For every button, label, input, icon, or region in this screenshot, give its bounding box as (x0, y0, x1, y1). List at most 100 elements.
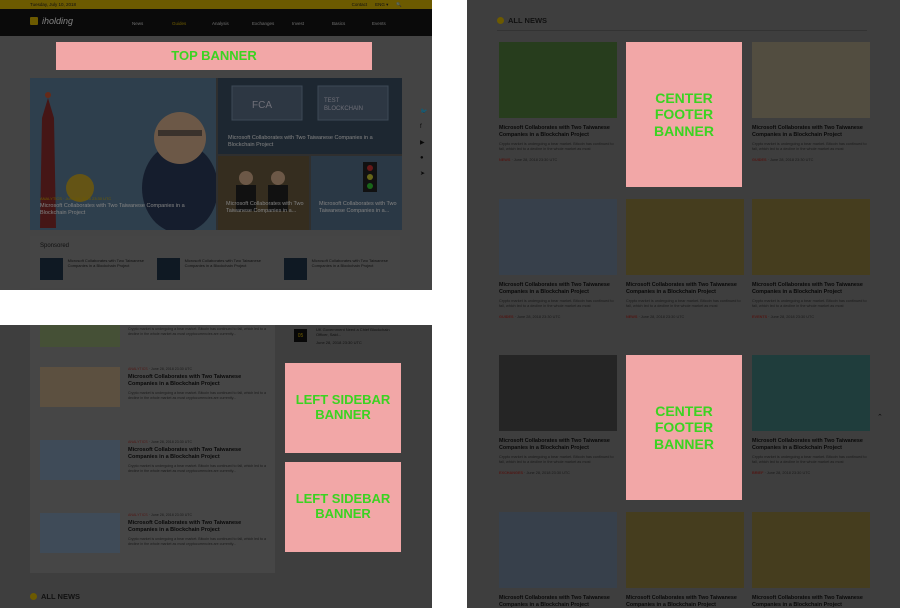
list-item[interactable]: ANALYTICS · June 28, 2018 23:30 UTC Micr… (40, 367, 270, 427)
article-title[interactable]: Microsoft Collaborates with Two Taiwanes… (499, 282, 617, 296)
left-sidebar-banner[interactable]: LEFT SIDEBAR BANNER (285, 363, 401, 453)
search-icon[interactable]: 🔍 (396, 2, 402, 8)
article-title[interactable]: Microsoft Collaborates with Two Taiwanes… (752, 438, 870, 452)
social-share-bar: 🐦 f ▶ ● ➤ (420, 108, 427, 177)
article-thumbnail (499, 199, 617, 275)
news-card[interactable]: Microsoft Collaborates with Two Taiwanes… (499, 42, 617, 162)
article-excerpt: Crypto market is undergoing a bear marke… (752, 455, 867, 465)
nav-item-analysis[interactable]: Analysis (212, 21, 252, 26)
center-footer-banner[interactable]: CENTER FOOTER BANNER (626, 355, 742, 500)
reddit-icon[interactable]: ● (420, 155, 427, 161)
left-sidebar-banner[interactable]: LEFT SIDEBAR BANNER (285, 462, 401, 552)
hero-main-article[interactable]: ANALYTICS · June 28, 2018 23:30 UTC Micr… (30, 78, 216, 230)
hero-top-right-title[interactable]: Microsoft Collaborates with Two Taiwanes… (228, 135, 388, 149)
nav-item-basics[interactable]: Basics (332, 21, 372, 26)
article-title[interactable]: Microsoft Collaborates with Two Taiwanes… (752, 125, 870, 139)
article-thumbnail (40, 513, 120, 553)
facebook-icon[interactable]: f (420, 124, 427, 130)
article-category[interactable]: BRIEF (752, 471, 763, 475)
article-excerpt: Crypto market is undergoing a bear marke… (499, 299, 614, 309)
article-category[interactable]: ANALYTICS (128, 440, 148, 444)
article-title[interactable]: Microsoft Collaborates with Two Taiwanes… (499, 125, 617, 139)
scroll-to-top-icon[interactable]: ⌃ (877, 413, 883, 421)
nav-item-exchanges[interactable]: Exchanges (252, 21, 292, 26)
svg-text:TEST: TEST (324, 98, 340, 104)
news-card[interactable]: Microsoft Collaborates with Two Taiwanes… (499, 199, 617, 319)
hero-main-category[interactable]: ANALYTICS (40, 196, 62, 201)
section-divider (497, 30, 867, 31)
article-title[interactable]: Microsoft Collaborates with Two Taiwanes… (128, 374, 268, 388)
hero-top-right-article[interactable]: FCA TEST BLOCKCHAIN Microsoft Collaborat… (218, 78, 402, 154)
sponsored-item[interactable]: Microsoft Collaborates with Two Taiwanes… (284, 258, 399, 280)
article-thumbnail (752, 512, 870, 588)
nav-item-news[interactable]: News (132, 21, 172, 26)
hero-bottom-right-title[interactable]: Microsoft Collaborates with Two Taiwanes… (319, 201, 397, 215)
article-title[interactable]: Microsoft Collaborates with Two Taiwanes… (128, 520, 268, 534)
ranked-news-item[interactable]: UK Government Need a Chief Blockchain Of… (316, 327, 396, 346)
article-title[interactable]: Microsoft Collaborates with Two Taiwanes… (499, 438, 617, 452)
news-card[interactable]: Microsoft Collaborates with Two Taiwanes… (752, 42, 870, 162)
sponsored-item-title[interactable]: Microsoft Collaborates with Two Taiwanes… (68, 258, 155, 280)
article-thumbnail (499, 355, 617, 431)
hero-bottom-right-article[interactable]: Microsoft Collaborates with Two Taiwanes… (311, 156, 402, 230)
news-card[interactable]: Microsoft Collaborates with Two Taiwanes… (752, 512, 870, 608)
nav-item-events[interactable]: Events (372, 21, 412, 26)
sponsored-item[interactable]: Microsoft Collaborates with Two Taiwanes… (40, 258, 155, 280)
article-date: June 28, 2018 23:30 UTC (770, 314, 815, 319)
article-title[interactable]: Microsoft Collaborates with Two Taiwanes… (626, 595, 744, 608)
article-thumbnail (752, 199, 870, 275)
all-news-section: ALL NEWS Microsoft Collaborates with Two… (467, 0, 900, 608)
ranked-news-date: June 28, 2018 23:30 UTC (316, 340, 362, 346)
news-card[interactable]: Microsoft Collaborates with Two Taiwanes… (752, 355, 870, 475)
article-excerpt: Crypto market is undergoing a bear marke… (128, 464, 267, 474)
article-category[interactable]: NEWS (626, 315, 637, 319)
article-category[interactable]: ANALYTICS (128, 513, 148, 517)
article-title[interactable]: Microsoft Collaborates with Two Taiwanes… (128, 447, 268, 461)
list-item[interactable]: Crypto market is undergoing a bear marke… (40, 325, 270, 349)
nav-item-invest[interactable]: Invest (292, 21, 332, 26)
news-card[interactable]: Microsoft Collaborates with Two Taiwanes… (499, 512, 617, 608)
article-date: June 28, 2018 23:30 UTC (150, 513, 193, 517)
nav-item-guides[interactable]: Guides (172, 21, 212, 26)
hero-bottom-mid-article[interactable]: Microsoft Collaborates with Two Taiwanes… (218, 156, 309, 230)
contact-link[interactable]: Contact (352, 2, 368, 8)
article-category[interactable]: EVENTS (752, 315, 767, 319)
article-title[interactable]: Microsoft Collaborates with Two Taiwanes… (752, 282, 870, 296)
article-category[interactable]: GUIDES (499, 315, 514, 319)
article-date: June 28, 2018 23:30 UTC (150, 440, 193, 444)
article-category[interactable]: NEWS (499, 158, 510, 162)
ranked-news-title[interactable]: UK Government Need a Chief Blockchain Of… (316, 327, 396, 337)
article-title[interactable]: Microsoft Collaborates with Two Taiwanes… (752, 595, 870, 608)
news-card[interactable]: Microsoft Collaborates with Two Taiwanes… (626, 512, 744, 608)
news-card[interactable]: Microsoft Collaborates with Two Taiwanes… (626, 199, 744, 319)
language-selector[interactable]: ENG ▾ (375, 2, 388, 8)
news-card[interactable]: Microsoft Collaborates with Two Taiwanes… (752, 199, 870, 319)
article-excerpt: Crypto market is undergoing a bear marke… (499, 142, 614, 152)
article-title[interactable]: Microsoft Collaborates with Two Taiwanes… (626, 282, 744, 296)
list-item[interactable]: ANALYTICS · June 28, 2018 23:30 UTC Micr… (40, 440, 270, 500)
sponsored-section: Sponsored Microsoft Collaborates with Tw… (30, 236, 400, 288)
sponsored-item-title[interactable]: Microsoft Collaborates with Two Taiwanes… (185, 258, 272, 280)
svg-text:FCA: FCA (252, 100, 272, 111)
telegram-icon[interactable]: ➤ (420, 170, 427, 177)
center-footer-banner[interactable]: CENTER FOOTER BANNER (626, 42, 742, 187)
article-thumbnail (40, 325, 120, 347)
sponsored-thumbnail (40, 258, 63, 280)
article-title[interactable]: Microsoft Collaborates with Two Taiwanes… (499, 595, 617, 608)
article-excerpt: Crypto market is undergoing a bear marke… (128, 537, 267, 547)
article-excerpt: Crypto market is undergoing a bear marke… (752, 299, 867, 309)
sponsored-item[interactable]: Microsoft Collaborates with Two Taiwanes… (157, 258, 272, 280)
article-thumbnail (752, 42, 870, 118)
youtube-icon[interactable]: ▶ (420, 139, 427, 146)
twitter-icon[interactable]: 🐦 (420, 108, 427, 115)
hero-bottom-mid-title[interactable]: Microsoft Collaborates with Two Taiwanes… (226, 201, 304, 215)
list-item[interactable]: ANALYTICS · June 28, 2018 23:30 UTC Micr… (40, 513, 270, 573)
article-category[interactable]: EXCHANGES (499, 471, 523, 475)
hero-main-title[interactable]: Microsoft Collaborates with Two Taiwanes… (40, 203, 200, 217)
sponsored-item-title[interactable]: Microsoft Collaborates with Two Taiwanes… (312, 258, 399, 280)
top-banner[interactable]: TOP BANNER (56, 42, 372, 70)
article-category[interactable]: GUIDES (752, 158, 767, 162)
news-card[interactable]: Microsoft Collaborates with Two Taiwanes… (499, 355, 617, 475)
site-logo[interactable]: iholding (30, 16, 73, 26)
article-category[interactable]: ANALYTICS (128, 367, 148, 371)
